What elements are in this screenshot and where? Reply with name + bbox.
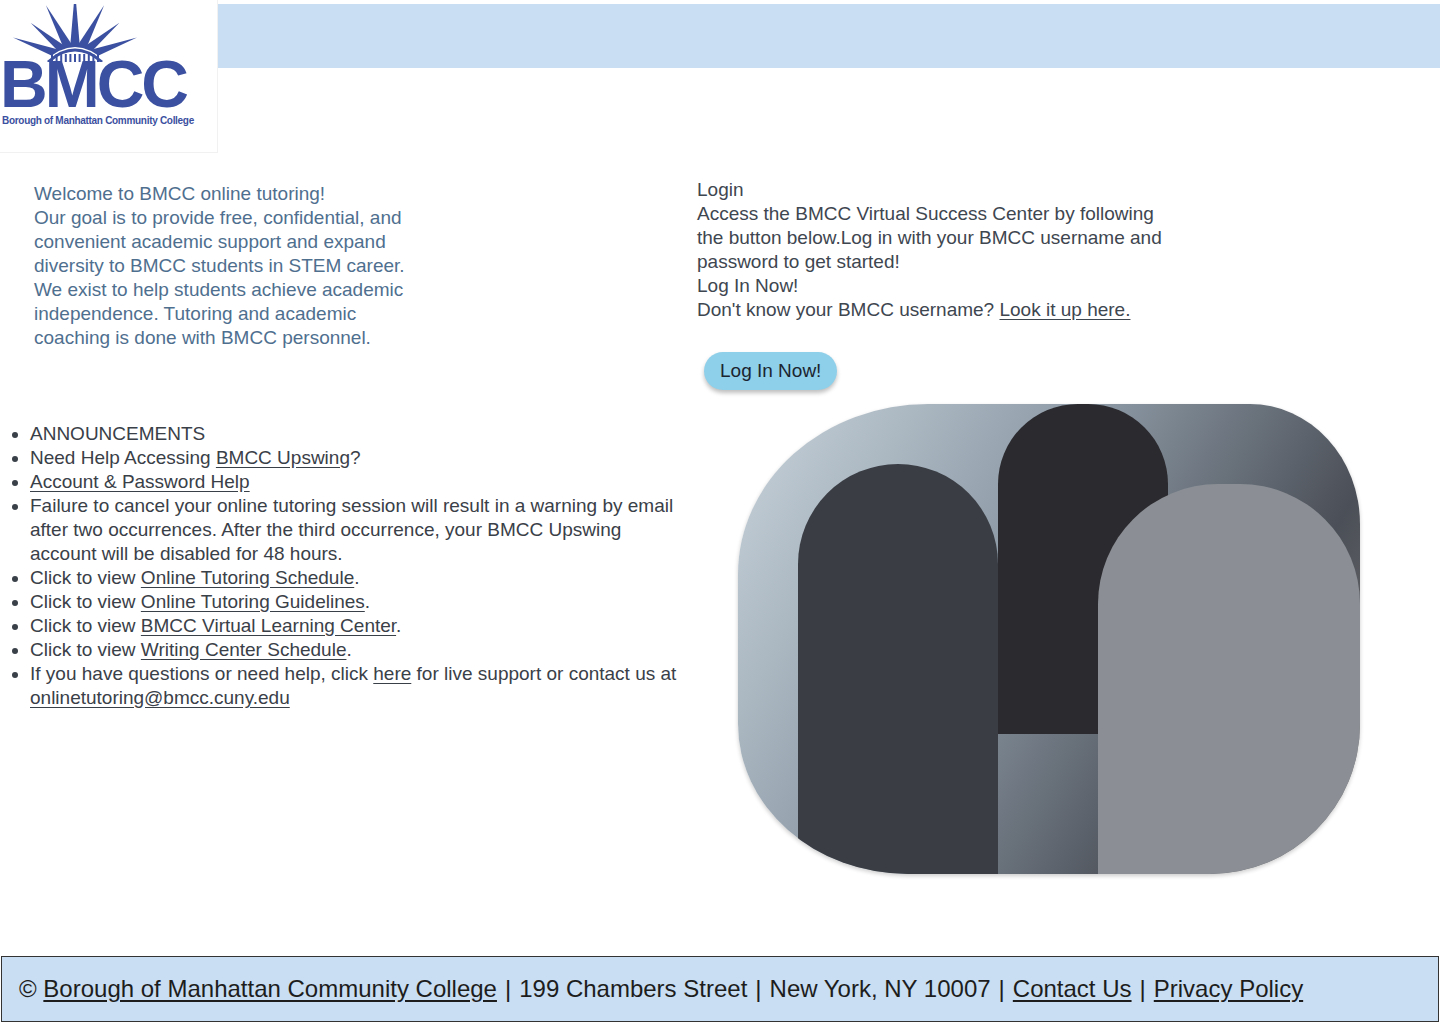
announcement-link[interactable]: BMCC Virtual Learning Center — [141, 615, 396, 636]
footer-separator: | — [1132, 975, 1154, 1002]
logo-subtitle: Borough of Manhattan Community College — [2, 115, 194, 126]
announcement-link[interactable]: Online Tutoring Schedule — [141, 567, 354, 588]
footer-text: New York, NY 10007 — [770, 975, 991, 1002]
announcement-text: Need Help Accessing — [30, 447, 216, 468]
copyright-symbol: © — [19, 975, 43, 1002]
footer-separator: | — [991, 975, 1013, 1002]
announcement-item: Click to view Online Tutoring Schedule. — [30, 566, 693, 590]
announcement-text: ? — [350, 447, 361, 468]
announcements: ANNOUNCEMENTSNeed Help Accessing BMCC Up… — [0, 404, 697, 874]
login-button[interactable]: Log In Now! — [704, 352, 837, 390]
login-text: the button below.Log in with your BMCC u… — [697, 226, 1440, 250]
announcement-text: . — [396, 615, 401, 636]
footer: © Borough of Manhattan Community College… — [1, 956, 1439, 1022]
announcement-text: . — [354, 567, 359, 588]
logo-letters: BMCC — [0, 58, 186, 110]
announcement-text: for live support or contact us at — [411, 663, 676, 684]
footer-separator: | — [747, 975, 769, 1002]
login-title: Login — [697, 178, 1440, 202]
bmcc-logo[interactable]: BMCC Borough of Manhattan Community Colle… — [0, 0, 217, 152]
announcement-text: . — [365, 591, 370, 612]
announcement-text: If you have questions or need help, clic… — [30, 663, 373, 684]
announcement-item: Account & Password Help — [30, 470, 693, 494]
username-lookup-link[interactable]: Look it up here. — [999, 299, 1130, 320]
announcement-text: Click to view — [30, 567, 141, 588]
content: Welcome to BMCC online tutoring!Our goal… — [0, 68, 1440, 874]
announcement-text: . — [346, 639, 351, 660]
footer-separator: | — [497, 975, 519, 1002]
announcement-text: ANNOUNCEMENTS — [30, 423, 205, 444]
announcement-item: Click to view BMCC Virtual Learning Cent… — [30, 614, 693, 638]
announcement-item: Need Help Accessing BMCC Upswing? — [30, 446, 693, 470]
username-prompt: Don't know your BMCC username? Look it u… — [697, 298, 1440, 322]
footer-link[interactable]: Privacy Policy — [1154, 975, 1303, 1002]
announcement-link[interactable]: here — [373, 663, 411, 684]
announcement-text: Click to view — [30, 639, 141, 660]
announcement-link[interactable]: Writing Center Schedule — [141, 639, 347, 660]
login-panel: LoginAccess the BMCC Virtual Success Cen… — [697, 178, 1440, 404]
announcement-link[interactable]: onlinetutoring@bmcc.cuny.edu — [30, 687, 290, 708]
announcement-text: Click to view — [30, 615, 141, 636]
page: BMCC Borough of Manhattan Community Colle… — [0, 0, 1440, 1024]
announcement-item: If you have questions or need help, clic… — [30, 662, 693, 710]
announcement-link[interactable]: Account & Password Help — [30, 471, 250, 492]
announcement-link[interactable]: Online Tutoring Guidelines — [141, 591, 365, 612]
footer-link[interactable]: Borough of Manhattan Community College — [43, 975, 497, 1002]
login-text: password to get started! — [697, 250, 1440, 274]
login-subtitle: Log In Now! — [697, 274, 1440, 298]
announcement-text: Click to view — [30, 591, 141, 612]
announcement-text: Failure to cancel your online tutoring s… — [30, 495, 673, 564]
welcome-text: Welcome to BMCC online tutoring!Our goal… — [0, 178, 697, 404]
announcement-link[interactable]: BMCC Upswing — [216, 447, 350, 468]
announcement-item: Click to view Online Tutoring Guidelines… — [30, 590, 693, 614]
footer-link[interactable]: Contact Us — [1013, 975, 1132, 1002]
top-bar: BMCCBorough of Manhattan Community Colle… — [0, 4, 1440, 68]
photo-area — [697, 404, 1440, 874]
footer-text: 199 Chambers Street — [519, 975, 747, 1002]
announcement-item: Click to view Writing Center Schedule. — [30, 638, 693, 662]
sunburst-icon — [0, 4, 150, 62]
login-text: Access the BMCC Virtual Success Center b… — [697, 202, 1440, 226]
announcement-item: ANNOUNCEMENTS — [30, 422, 693, 446]
students-photo — [738, 404, 1360, 874]
announcement-item: Failure to cancel your online tutoring s… — [30, 494, 693, 566]
